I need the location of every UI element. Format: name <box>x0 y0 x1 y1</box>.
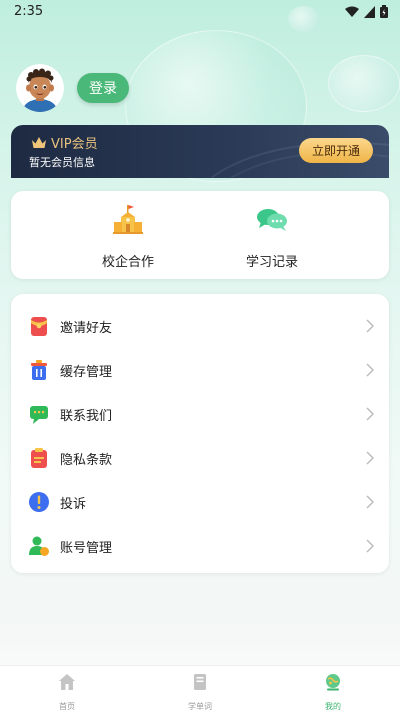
menu-item-label: 邀请好友 <box>60 320 113 336</box>
quick-action-label: 校企合作 <box>101 255 154 270</box>
home-icon <box>59 674 75 690</box>
nav-tab-label: 首页 <box>59 702 75 711</box>
red-envelope-icon <box>31 317 47 336</box>
menu-item-label: 隐私条款 <box>60 452 113 468</box>
login-button[interactable]: 登录 <box>77 73 129 103</box>
avatar[interactable] <box>16 64 64 112</box>
quick-action-school-cooperation[interactable]: 校企合作 <box>73 203 183 270</box>
signal-icon <box>364 5 375 18</box>
battery-icon <box>380 5 388 18</box>
quick-action-study-records[interactable]: 学习记录 <box>217 203 327 270</box>
trash-bin-icon <box>31 360 47 380</box>
book-icon <box>194 674 206 690</box>
status-bar: 2:35 <box>0 0 400 24</box>
profile-globe-icon <box>326 674 340 691</box>
menu-item-account-management[interactable]: 账号管理 <box>11 524 389 568</box>
user-account-icon <box>29 536 49 556</box>
menu-item-invite-friends[interactable]: 邀请好友 <box>11 304 389 348</box>
menu-item-label: 投诉 <box>60 496 87 512</box>
quick-actions-card: 校企合作 学习记录 <box>11 191 389 279</box>
quick-action-label: 学习记录 <box>245 255 298 270</box>
wifi-icon <box>345 6 359 17</box>
message-icon <box>30 406 48 424</box>
crown-icon <box>32 137 46 148</box>
vip-banner[interactable]: VIP会员 暂无会员信息 立即开通 <box>11 125 389 178</box>
nav-tab-words[interactable]: 学单词 <box>170 669 230 712</box>
chat-bubbles-icon <box>257 209 287 231</box>
vip-status: 暂无会员信息 <box>29 156 95 169</box>
chevron-right-icon <box>366 407 374 421</box>
chevron-right-icon <box>366 363 374 377</box>
menu-item-privacy-policy[interactable]: 隐私条款 <box>11 436 389 480</box>
menu-item-complaint[interactable]: 投诉 <box>11 480 389 524</box>
menu-item-label: 缓存管理 <box>60 364 113 380</box>
school-building-icon <box>113 205 143 234</box>
vip-activate-button[interactable]: 立即开通 <box>299 138 373 163</box>
status-time: 2:35 <box>14 4 44 19</box>
background-bubble <box>328 55 400 112</box>
exclamation-icon <box>29 492 49 512</box>
vip-title: VIP会员 <box>51 137 98 152</box>
menu-item-contact-us[interactable]: 联系我们 <box>11 392 389 436</box>
status-icons <box>345 5 388 18</box>
menu-item-label: 联系我们 <box>60 408 113 424</box>
menu-item-label: 账号管理 <box>60 540 113 556</box>
settings-menu-card: 邀请好友 缓存管理 联系我们 隐私条款 投诉 账号管理 <box>11 294 389 573</box>
chevron-right-icon <box>366 451 374 465</box>
nav-tab-label: 学单词 <box>188 702 212 711</box>
chevron-right-icon <box>366 495 374 509</box>
bottom-navigation: 首页 学单词 我的 <box>0 665 400 713</box>
chevron-right-icon <box>366 319 374 333</box>
nav-tab-home[interactable]: 首页 <box>37 669 97 712</box>
menu-item-cache-management[interactable]: 缓存管理 <box>11 348 389 392</box>
nav-tab-mine[interactable]: 我的 <box>303 669 363 712</box>
clipboard-icon <box>31 448 47 468</box>
nav-tab-label: 我的 <box>325 702 341 711</box>
chevron-right-icon <box>366 539 374 553</box>
